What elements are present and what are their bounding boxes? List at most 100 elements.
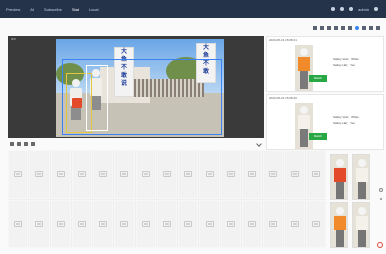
more-icon[interactable]	[376, 26, 380, 30]
image-placeholder-icon	[35, 220, 44, 227]
capture-slot[interactable]	[178, 199, 199, 248]
capture-slot[interactable]	[50, 199, 71, 248]
layout-9-icon[interactable]	[341, 26, 345, 30]
record-icon[interactable]	[355, 26, 359, 30]
capture-icon[interactable]	[24, 142, 28, 146]
nav-item-ai[interactable]: AI	[30, 7, 34, 12]
bell-icon[interactable]	[331, 7, 336, 11]
layout-1-icon[interactable]	[313, 26, 317, 30]
clear-icon[interactable]	[377, 242, 383, 248]
capture-slot[interactable]	[71, 150, 93, 199]
capture-slot[interactable]	[114, 199, 135, 248]
capture-slot[interactable]	[135, 199, 156, 248]
alert-card[interactable]: 2023-05-19 15:08:40 Match Safety Vest：Wh…	[266, 94, 384, 150]
image-placeholder-icon	[14, 220, 23, 227]
capture-slot[interactable]	[178, 150, 199, 199]
capture-slot[interactable]	[8, 199, 29, 248]
image-placeholder-icon	[205, 171, 214, 178]
detection-box	[86, 65, 108, 131]
layout-6-icon[interactable]	[334, 26, 338, 30]
layout-4-icon[interactable]	[327, 26, 331, 30]
capture-slot[interactable]	[284, 150, 305, 199]
capture-slot[interactable]	[220, 150, 241, 199]
help-icon[interactable]	[349, 7, 354, 11]
stop-icon[interactable]	[17, 142, 21, 146]
image-placeholder-icon	[248, 171, 257, 178]
video-channel-label: IPC	[11, 37, 17, 41]
alert-time: 2023-05-19 15:08:40	[269, 96, 297, 100]
image-placeholder-icon	[162, 171, 171, 178]
image-placeholder-icon	[184, 171, 193, 178]
image-placeholder-icon	[311, 220, 320, 227]
snapshot-icon[interactable]	[348, 26, 352, 30]
capture-slot[interactable]	[263, 199, 284, 248]
record-icon[interactable]	[31, 142, 35, 146]
capture-slot[interactable]	[156, 150, 178, 199]
image-placeholder-icon	[162, 220, 171, 227]
video-controls	[8, 140, 264, 148]
image-placeholder-icon	[269, 171, 278, 178]
image-placeholder-icon	[184, 220, 193, 227]
nav-item-preview[interactable]: Preview	[6, 7, 20, 12]
capture-slot[interactable]	[29, 150, 50, 199]
live-video-panel[interactable]: IPC 大 鱼 不 敢 说 大 鱼 不 敢	[8, 36, 264, 138]
capture-slot[interactable]	[8, 150, 29, 199]
nav-item-local[interactable]: Local	[89, 7, 99, 12]
capture-slot[interactable]	[93, 150, 114, 199]
capture-thumbnail[interactable]	[352, 154, 370, 200]
image-placeholder-icon	[269, 220, 278, 227]
audio-icon[interactable]	[362, 26, 366, 30]
scroll-up-icon[interactable]	[379, 188, 383, 192]
capture-slot[interactable]	[199, 199, 220, 248]
capture-slot[interactable]	[263, 150, 284, 199]
match-badge: Match	[309, 75, 327, 82]
image-placeholder-icon	[77, 220, 86, 227]
capture-slot[interactable]	[156, 199, 178, 248]
scroll-indicator[interactable]	[380, 198, 382, 200]
capture-slot[interactable]	[50, 150, 71, 199]
image-placeholder-icon	[290, 220, 299, 227]
play-icon[interactable]	[10, 142, 14, 146]
image-placeholder-icon	[141, 220, 150, 227]
capture-slot[interactable]	[114, 150, 135, 199]
alert-detail: Safety Hat：Yes	[333, 121, 355, 125]
capture-slot[interactable]	[93, 199, 114, 248]
capture-slot[interactable]	[220, 199, 241, 248]
image-placeholder-icon	[120, 220, 129, 227]
banner-text: 大	[202, 45, 209, 51]
image-placeholder-icon	[290, 171, 299, 178]
top-right-controls: admin	[331, 0, 378, 18]
app-window: Preview AI Subscribe Stat Local admin IP…	[0, 0, 386, 254]
logout-icon[interactable]	[374, 7, 378, 11]
settings-icon[interactable]	[340, 7, 345, 11]
match-badge: Match	[309, 133, 327, 140]
capture-slot[interactable]	[71, 199, 93, 248]
image-placeholder-icon	[99, 171, 108, 178]
alert-time: 2023-05-19 15:08:41	[269, 38, 297, 42]
image-placeholder-icon	[248, 220, 257, 227]
alert-card[interactable]: 2023-05-19 15:08:41 Match Safety Vest：Wh…	[266, 36, 384, 92]
capture-slot[interactable]	[241, 199, 263, 248]
layout-2-icon[interactable]	[320, 26, 324, 30]
capture-thumbnail[interactable]	[330, 202, 348, 248]
view-toolbar	[313, 24, 380, 32]
capture-slot[interactable]	[29, 199, 50, 248]
capture-slot[interactable]	[305, 150, 326, 199]
image-placeholder-icon	[120, 171, 129, 178]
fullscreen-icon[interactable]	[369, 26, 373, 30]
alert-snapshot	[295, 45, 313, 91]
capture-slot[interactable]	[305, 199, 326, 248]
image-placeholder-icon	[14, 171, 23, 178]
user-menu[interactable]: admin	[358, 7, 369, 12]
capture-thumbnail[interactable]	[352, 202, 370, 248]
nav-item-subscribe[interactable]: Subscribe	[44, 7, 62, 12]
capture-slot[interactable]	[199, 150, 220, 199]
alert-snapshot	[295, 103, 313, 149]
capture-slot[interactable]	[135, 150, 156, 199]
image-placeholder-icon	[35, 171, 44, 178]
nav-item-stat[interactable]: Stat	[72, 7, 79, 12]
capture-thumbnail[interactable]	[330, 154, 348, 200]
capture-slot[interactable]	[284, 199, 305, 248]
alert-list: 2023-05-19 15:08:41 Match Safety Vest：Wh…	[266, 36, 384, 150]
capture-slot[interactable]	[241, 150, 263, 199]
